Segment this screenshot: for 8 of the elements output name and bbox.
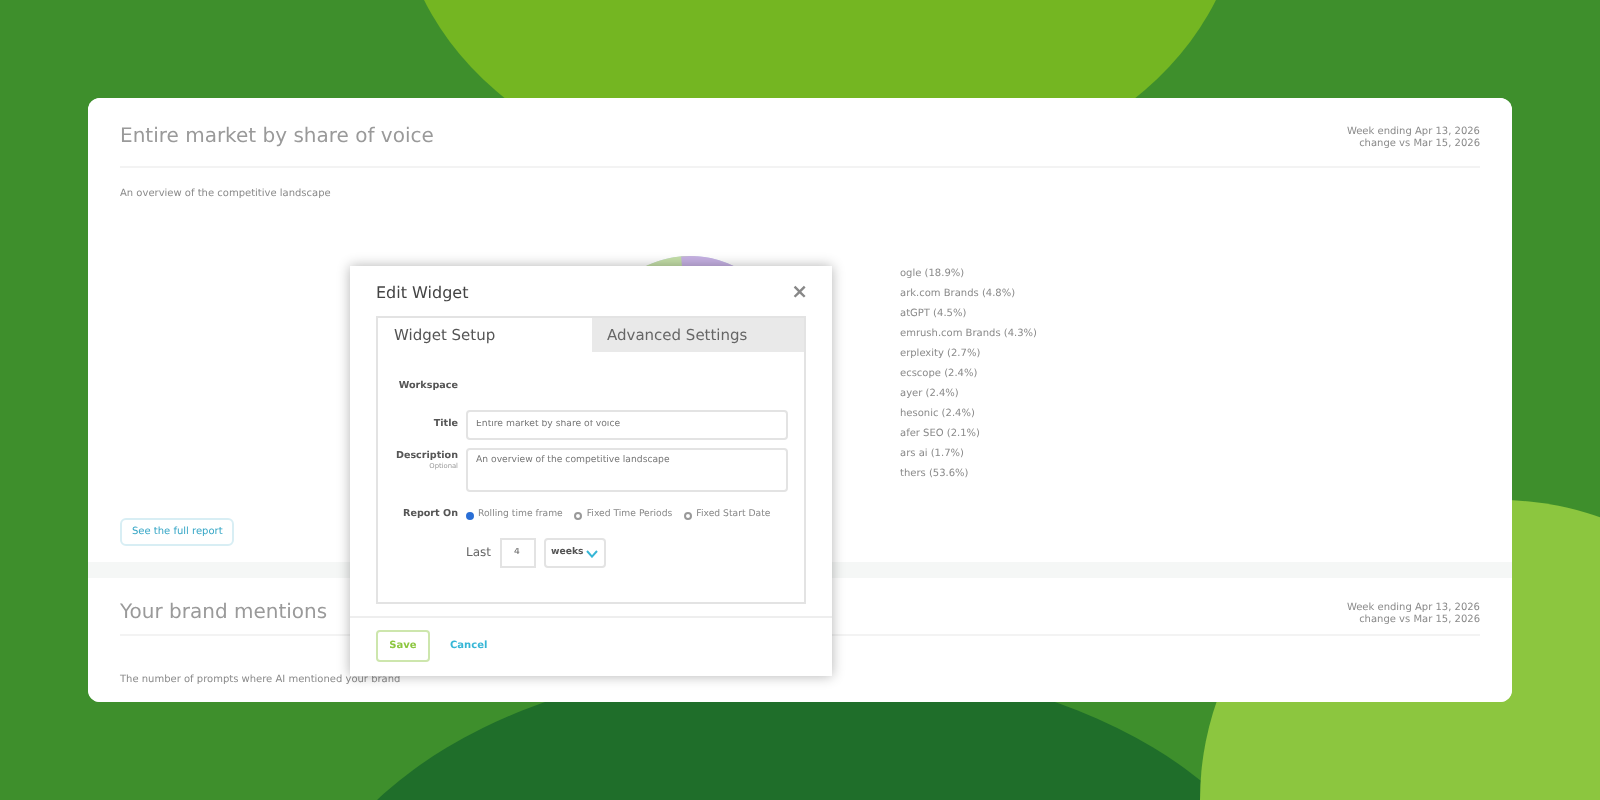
dialog-title: Edit Widget [376, 284, 469, 302]
card-title: Entire market by share of voice [120, 126, 434, 148]
card-title: Your brand mentions [120, 602, 328, 624]
caret-icon [585, 549, 598, 557]
radio-icon[interactable] [684, 511, 693, 519]
close-button[interactable]: × [791, 282, 808, 304]
radio-icon[interactable] [574, 511, 583, 519]
radio-icon[interactable] [466, 511, 474, 519]
